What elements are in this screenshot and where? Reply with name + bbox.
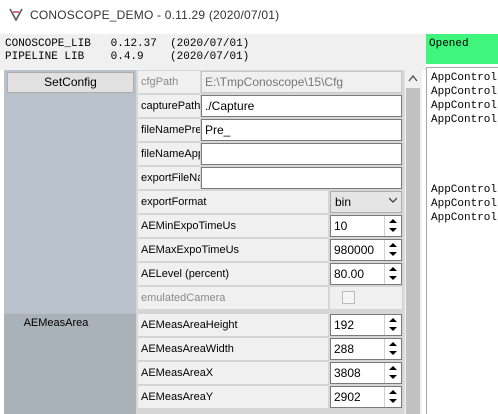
status-indicator: Opened: [426, 34, 498, 64]
aemeasareaheight-value: 192: [334, 318, 355, 332]
arrow-down-icon[interactable]: [389, 276, 397, 280]
scrollbar-thumb[interactable]: [406, 88, 420, 414]
exportfilename-input[interactable]: [201, 167, 402, 189]
version-line-conoscope: CONOSCOPE_LIB 0.12.37 (2020/07/01): [5, 38, 249, 50]
aemeasareawidth-stepper[interactable]: 288: [330, 338, 402, 360]
arrow-up-icon[interactable]: [389, 267, 397, 271]
filenameprepend-label: fileNamePrep: [138, 119, 200, 141]
exportformat-select[interactable]: bin: [330, 191, 402, 213]
aelevel-label: AELevel (percent): [138, 263, 328, 285]
emulatedcamera-label: emulatedCamera: [138, 287, 328, 309]
log-line: AppControl: [431, 198, 498, 210]
lib-date: (2020/07/01): [170, 51, 250, 63]
capturepath-label: capturePath: [138, 95, 200, 117]
filenameappend-label: fileNameApp: [138, 143, 200, 165]
version-line-pipeline: PIPELINE LIB 0.4.9 (2020/07/01): [5, 51, 249, 63]
aemeasareawidth-value: 288: [334, 342, 355, 356]
aemeasareax-stepper[interactable]: 3808: [330, 362, 402, 384]
stepper-arrows[interactable]: [384, 315, 401, 335]
lib-date: (2020/07/01): [170, 38, 250, 50]
window-title: CONOSCOPE_DEMO - 0.11.29 (2020/07/01): [30, 8, 280, 22]
arrow-down-icon[interactable]: [389, 252, 397, 256]
lib-version: 0.4.9: [110, 51, 144, 63]
aemeasareaheight-label: AEMeasAreaHeight: [138, 314, 328, 336]
arrow-down-icon[interactable]: [389, 228, 397, 232]
log-line: AppControl: [431, 184, 498, 196]
arrow-down-icon[interactable]: [389, 375, 397, 379]
arrow-down-icon[interactable]: [389, 399, 397, 403]
arrow-down-icon[interactable]: [389, 327, 397, 331]
arrow-up-icon[interactable]: [389, 366, 397, 370]
filenameprepend-input[interactable]: Pre_: [201, 119, 402, 141]
lib-version: 0.12.37: [110, 38, 157, 50]
arrow-up-icon[interactable]: [389, 390, 397, 394]
filenameappend-input[interactable]: [201, 143, 402, 165]
stepper-arrows[interactable]: [384, 240, 401, 260]
log-panel[interactable]: AppControl AppControl AppControl AppCont…: [426, 67, 498, 414]
aeminexpotime-stepper[interactable]: 10: [330, 215, 402, 237]
arrow-up-icon[interactable]: [389, 219, 397, 223]
status-text: Opened: [429, 38, 469, 50]
cfgpath-field: E:\TmpConoscope\15\Cfg: [201, 71, 402, 93]
cfgpath-label: cfgPath: [138, 71, 200, 93]
version-panel: CONOSCOPE_LIB 0.12.37 (2020/07/01) PIPEL…: [0, 34, 426, 70]
lib-name: CONOSCOPE_LIB: [5, 38, 91, 50]
aemaxexpotime-value: 980000: [334, 243, 375, 257]
aeminexpotime-value: 10: [334, 219, 348, 233]
aemeasarea-section: [4, 314, 136, 414]
aemeasareay-value: 2902: [334, 390, 361, 404]
stepper-arrows[interactable]: [384, 264, 401, 284]
stepper-arrows[interactable]: [384, 387, 401, 407]
log-line: AppControl: [431, 72, 498, 84]
aemeasareax-label: AEMeasAreaX: [138, 362, 328, 384]
lib-name: PIPELINE LIB: [5, 51, 85, 63]
aeminexpotime-label: AEMinExpoTimeUs: [138, 215, 328, 237]
aemeasareax-value: 3808: [334, 366, 361, 380]
scroll-up-arrow-icon[interactable]: [404, 70, 422, 87]
log-line: AppControl: [431, 212, 498, 224]
aemeasareay-stepper[interactable]: 2902: [330, 386, 402, 408]
aemeasareaheight-stepper[interactable]: 192: [330, 314, 402, 336]
arrow-up-icon[interactable]: [389, 318, 397, 322]
log-line: AppControl: [431, 100, 498, 112]
emulatedcamera-checkbox[interactable]: [342, 291, 355, 304]
chevron-down-icon: [389, 197, 397, 203]
aelevel-stepper[interactable]: 80.00: [330, 263, 402, 285]
aemaxexpotime-stepper[interactable]: 980000: [330, 239, 402, 261]
aemeasarea-section-label: AEMeasArea: [23, 317, 89, 329]
exportformat-value: bin: [335, 195, 352, 209]
aemeasareawidth-label: AEMeasAreaWidth: [138, 338, 328, 360]
exportformat-label: exportFormat: [138, 191, 328, 213]
emulatedcamera-cell: [330, 287, 402, 309]
aemaxexpotime-label: AEMaxExpoTimeUs: [138, 239, 328, 261]
log-line: AppControl: [431, 86, 498, 98]
arrow-down-icon[interactable]: [389, 351, 397, 355]
set-config-button[interactable]: SetConfig: [7, 72, 134, 93]
stepper-arrows[interactable]: [384, 216, 401, 236]
capturepath-input[interactable]: ./Capture: [201, 95, 402, 117]
stepper-arrows[interactable]: [384, 339, 401, 359]
aelevel-value: 80.00: [334, 267, 365, 281]
log-line: AppControl: [431, 114, 498, 126]
app-icon: [8, 8, 24, 22]
stepper-arrows[interactable]: [384, 363, 401, 383]
aemeasareay-label: AEMeasAreaY: [138, 386, 328, 408]
exportfilename-label: exportFileNa: [138, 167, 200, 189]
arrow-up-icon[interactable]: [389, 243, 397, 247]
arrow-up-icon[interactable]: [389, 342, 397, 346]
